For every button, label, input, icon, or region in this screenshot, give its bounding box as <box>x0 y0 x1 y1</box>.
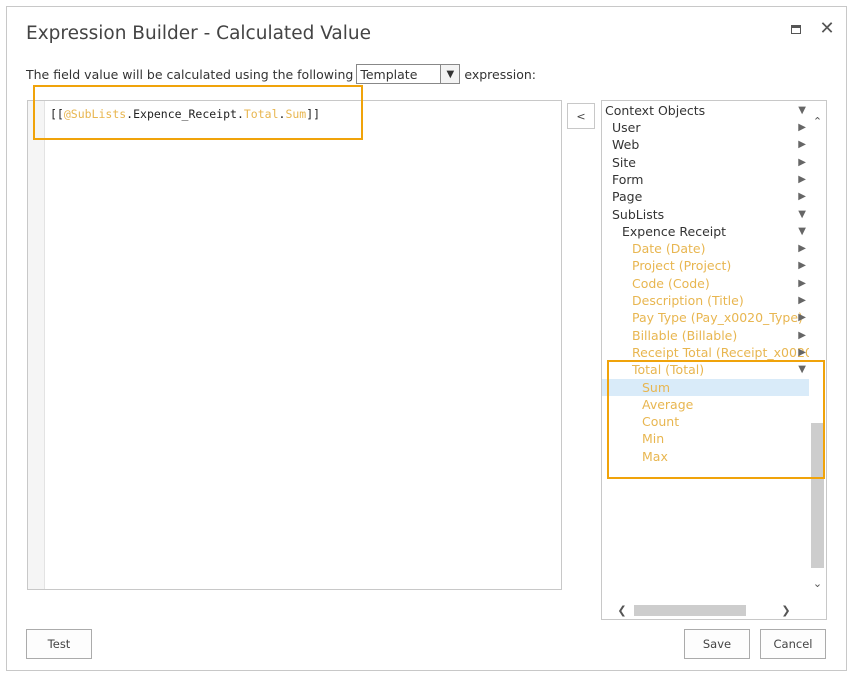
tree-item[interactable]: Project (Project) ▶ <box>602 257 810 274</box>
scroll-left-icon[interactable]: ❮ <box>614 601 630 619</box>
insert-button[interactable]: < <box>567 103 595 129</box>
code-token-total: Total <box>243 107 279 121</box>
tree-item[interactable]: Sum <box>602 378 810 396</box>
tree-item[interactable]: Pay Type (Pay_x0020_Type) ▶ <box>602 309 810 326</box>
expression-editor[interactable]: [[@SubLists.Expence_Receipt.Total.Sum]] <box>27 100 562 590</box>
tree-item-label: Expence Receipt <box>622 223 727 239</box>
tree-item[interactable]: Receipt Total (Receipt_x0020_T ▶ <box>602 344 810 361</box>
tree-item[interactable]: Count <box>602 413 810 430</box>
tree-item-label: User <box>612 120 641 135</box>
expand-arrow-icon[interactable]: ▶ <box>798 171 806 188</box>
tree-item[interactable]: Expence Receipt ▼ <box>602 223 810 240</box>
code-token-open: [[ <box>50 107 64 121</box>
tree-item[interactable]: Page ▶ <box>602 188 810 205</box>
expand-arrow-icon[interactable]: ▶ <box>798 344 806 361</box>
expression-prompt: The field value will be calculated using… <box>26 64 536 84</box>
tree-item-label: Date (Date) <box>632 241 706 257</box>
tree-item[interactable]: Billable (Billable) ▶ <box>602 327 810 344</box>
tree-item-label: Pay Type (Pay_x0020_Type) <box>632 310 803 326</box>
tree-item-label: Billable (Billable) <box>632 327 738 343</box>
tree-item[interactable]: Site ▶ <box>602 154 810 171</box>
tree-item[interactable]: Date (Date) ▶ <box>602 240 810 257</box>
prompt-text-after: expression: <box>464 66 536 82</box>
close-icon[interactable]: ✕ <box>817 19 837 39</box>
tree-item-label: Web <box>612 137 640 153</box>
cancel-button[interactable]: Cancel <box>760 629 826 659</box>
maximize-icon-shape <box>791 24 801 34</box>
maximize-icon[interactable] <box>786 19 806 39</box>
expand-arrow-icon[interactable]: ▶ <box>798 309 806 326</box>
tree-item[interactable]: Description (Title) ▶ <box>602 292 810 309</box>
tree-item[interactable]: Min <box>602 430 810 447</box>
code-token-sublists: @SubLists <box>63 107 127 121</box>
code-token-list: .Expence_Receipt. <box>126 107 244 121</box>
tree-item-label: Max <box>642 448 668 464</box>
tree-item[interactable]: Code (Code) ▶ <box>602 275 810 292</box>
expand-arrow-icon[interactable]: ▶ <box>798 136 806 153</box>
tree-root[interactable]: Context Objects ▼ <box>602 102 810 119</box>
expand-arrow-icon[interactable]: ▶ <box>798 240 806 257</box>
tree-item-label: Min <box>642 431 665 447</box>
expand-arrow-icon[interactable]: ▶ <box>798 275 806 292</box>
horizontal-scroll-thumb[interactable] <box>634 605 746 616</box>
code-token-close: ]] <box>306 107 321 121</box>
code-token-sum: Sum <box>285 107 307 121</box>
tree-item[interactable]: Total (Total) ▼ <box>602 361 810 378</box>
tree-vertical-scrollbar[interactable]: ⌃ ⌄ <box>809 101 826 600</box>
tree-item-label: Form <box>612 171 644 187</box>
line-gutter <box>28 101 45 589</box>
test-button[interactable]: Test <box>26 629 92 659</box>
context-objects-tree[interactable]: Context Objects ▼ User ▶ Web ▶ Site ▶ Form ▶ Pag… <box>601 100 827 620</box>
expand-arrow-icon[interactable]: ▶ <box>798 119 806 136</box>
tree-item[interactable]: User ▶ <box>602 119 810 136</box>
tree-item-label: Sum <box>642 379 671 395</box>
tree-item-label: Project (Project) <box>632 258 732 274</box>
tree-item-label: Code (Code) <box>632 275 710 291</box>
tree-item-label: Site <box>612 154 636 170</box>
tree-item-label: Receipt Total (Receipt_x0020_T <box>632 344 810 360</box>
expand-arrow-icon[interactable]: ▶ <box>798 327 806 344</box>
collapse-arrow-icon[interactable]: ▼ <box>798 206 806 223</box>
chevron-down-icon: ▼ <box>440 65 460 83</box>
tree-item[interactable]: Max <box>602 448 810 465</box>
expression-type-select[interactable]: Template ▼ <box>356 64 461 84</box>
tree-item-label: Description (Title) <box>632 293 744 308</box>
scroll-up-icon[interactable]: ⌃ <box>809 113 826 130</box>
tree-root-label: Context Objects <box>605 103 706 118</box>
dialog-title: Expression Builder - Calculated Value <box>26 23 371 44</box>
vertical-scroll-thumb[interactable] <box>811 423 824 568</box>
save-button[interactable]: Save <box>684 629 750 659</box>
tree-item-label: Total (Total) <box>632 362 705 378</box>
expand-arrow-icon[interactable]: ▶ <box>798 257 806 274</box>
tree-item[interactable]: Web ▶ <box>602 136 810 153</box>
tree-item[interactable]: Form ▶ <box>602 171 810 188</box>
expand-arrow-icon[interactable]: ▶ <box>798 188 806 205</box>
tree-item-label: SubLists <box>612 206 665 222</box>
scroll-right-icon[interactable]: ❯ <box>778 601 794 619</box>
prompt-text-before: The field value will be calculated using… <box>26 66 354 82</box>
expand-arrow-icon[interactable]: ▶ <box>798 154 806 171</box>
expand-arrow-icon[interactable]: ▶ <box>798 292 806 309</box>
tree-item-label: Count <box>642 414 680 430</box>
tree-item[interactable]: Average <box>602 396 810 413</box>
tree-item[interactable]: SubLists ▼ <box>602 206 810 223</box>
tree-horizontal-scrollbar[interactable]: ❮ ❯ <box>602 601 810 619</box>
expression-builder-dialog: Expression Builder - Calculated Value ✕ … <box>6 6 847 671</box>
collapse-arrow-icon[interactable]: ▼ <box>798 223 806 240</box>
collapse-arrow-icon[interactable]: ▼ <box>798 361 806 378</box>
tree-item-label: Page <box>612 189 643 205</box>
collapse-arrow-icon[interactable]: ▼ <box>798 102 806 119</box>
tree-item-label: Average <box>642 396 694 412</box>
expression-code[interactable]: [[@SubLists.Expence_Receipt.Total.Sum]] <box>50 107 320 121</box>
expression-type-value: Template <box>360 66 418 82</box>
scroll-down-icon[interactable]: ⌄ <box>809 575 826 592</box>
